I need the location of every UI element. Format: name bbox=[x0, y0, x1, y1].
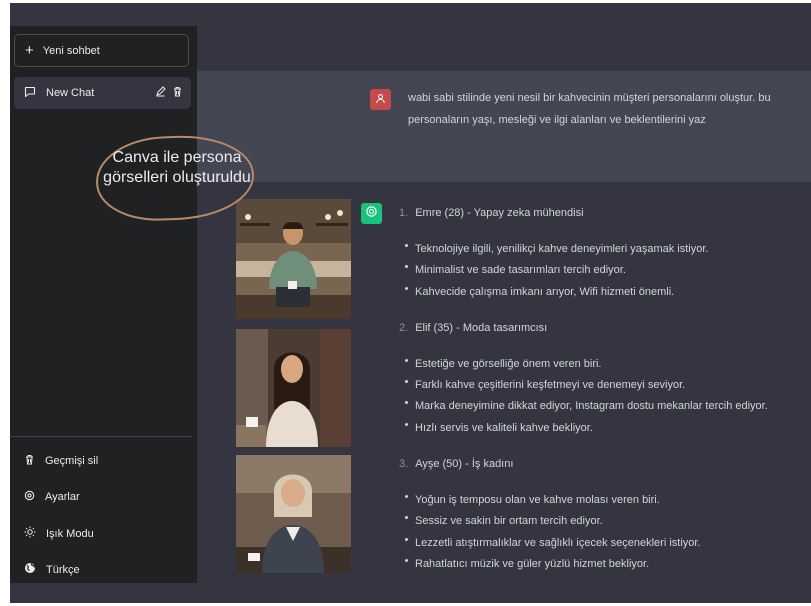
list-item: Marka deneyimine dikkat ediyor, Instagra… bbox=[405, 400, 768, 412]
persona-image-emre bbox=[236, 199, 351, 319]
clear-history-button[interactable]: Geçmişi sil bbox=[24, 454, 98, 468]
list-item-text: Rahatlatıcı müzik ve güler yüzlü hizmet … bbox=[415, 558, 650, 570]
list-item-text: Kahvecide çalışma imkanı arıyor, Wifi hi… bbox=[415, 286, 675, 298]
trash-icon bbox=[24, 454, 35, 468]
persona-image-elif bbox=[236, 329, 351, 447]
user-message-text: wabi sabi stilinde yeni nesil bir kahvec… bbox=[408, 92, 771, 126]
settings-button[interactable]: Ayarlar bbox=[24, 490, 80, 504]
chat-bubble-icon bbox=[24, 86, 36, 101]
persona-title: 1. Emre (28) - Yapay zeka mühendisi bbox=[399, 207, 584, 219]
list-item: Lezzetli atıştırmalıklar ve sağlıklı içe… bbox=[405, 537, 701, 549]
list-item: Hızlı servis ve kaliteli kahve bekliyor. bbox=[405, 422, 593, 434]
edit-icon[interactable] bbox=[155, 86, 166, 100]
list-item-text: Minimalist ve sade tasarımları tercih ed… bbox=[415, 264, 626, 276]
list-item: Rahatlatıcı müzik ve güler yüzlü hizmet … bbox=[405, 558, 649, 570]
trash-icon[interactable] bbox=[172, 86, 183, 100]
assistant-avatar bbox=[361, 203, 382, 224]
list-item: Teknolojiye ilgili, yenilikçi kahve dene… bbox=[405, 243, 708, 255]
new-chat-label: Yeni sohbet bbox=[42, 44, 100, 57]
new-chat-button[interactable]: + Yeni sohbet bbox=[14, 34, 189, 67]
list-item-text: Estetiğe ve görselliğe önem veren biri. bbox=[415, 358, 602, 370]
language-label: Türkçe bbox=[46, 563, 80, 576]
sidebar: + Yeni sohbet New Chat Geçmişi sil Ayarl… bbox=[10, 26, 197, 583]
list-item: Farklı kahve çeşitlerini keşfetmeyi ve d… bbox=[405, 379, 685, 391]
list-item-text: Marka deneyimine dikkat ediyor, Instagra… bbox=[415, 400, 768, 412]
light-mode-button[interactable]: Işık Modu bbox=[24, 526, 94, 541]
list-item-text: Hızlı servis ve kaliteli kahve bekliyor. bbox=[415, 422, 593, 434]
list-item: Minimalist ve sade tasarımları tercih ed… bbox=[405, 264, 626, 276]
sidebar-divider bbox=[10, 436, 192, 437]
annotation-text: Canva ile persona görselleri oluşturuldu bbox=[103, 149, 251, 186]
list-item: Yoğun iş temposu olan ve kahve molası ve… bbox=[405, 494, 660, 506]
clear-history-label: Geçmişi sil bbox=[45, 455, 99, 467]
globe-icon bbox=[24, 562, 36, 577]
persona-title: 2. Elif (35) - Moda tasarımcısı bbox=[399, 322, 547, 334]
list-item: Kahvecide çalışma imkanı arıyor, Wifi hi… bbox=[405, 286, 674, 298]
chat-app: + Yeni sohbet New Chat Geçmişi sil Ayarl… bbox=[10, 3, 811, 603]
chat-item-label: New Chat bbox=[46, 87, 95, 99]
plus-icon: + bbox=[25, 42, 34, 59]
list-number: 2. bbox=[399, 322, 409, 334]
sun-icon bbox=[24, 526, 36, 541]
top-bar bbox=[197, 26, 811, 71]
list-item-text: Farklı kahve çeşitlerini keşfetmeyi ve d… bbox=[415, 379, 686, 391]
list-item-text: Sessiz ve sakin bir ortam tercih ediyor. bbox=[415, 515, 603, 527]
sidebar-chat-item[interactable]: New Chat bbox=[14, 77, 191, 109]
list-number: 1. bbox=[399, 207, 409, 219]
list-number: 3. bbox=[399, 458, 409, 470]
persona-title: 3. Ayşe (50) - İş kadını bbox=[399, 458, 513, 470]
user-icon bbox=[375, 91, 386, 109]
light-mode-label: Işık Modu bbox=[46, 527, 94, 540]
list-item-text: Lezzetli atıştırmalıklar ve sağlıklı içe… bbox=[415, 537, 701, 549]
persona-title-text: Ayşe (50) - İş kadını bbox=[415, 458, 514, 470]
persona-title-text: Elif (35) - Moda tasarımcısı bbox=[415, 322, 548, 334]
user-message-row: wabi sabi stilinde yeni nesil bir kahvec… bbox=[197, 71, 811, 182]
settings-label: Ayarlar bbox=[45, 491, 80, 503]
gear-icon bbox=[24, 490, 35, 504]
user-avatar bbox=[370, 89, 391, 110]
list-item: Sessiz ve sakin bir ortam tercih ediyor. bbox=[405, 515, 603, 527]
list-item-text: Teknolojiye ilgili, yenilikçi kahve dene… bbox=[415, 243, 709, 255]
list-item: Estetiğe ve görselliğe önem veren biri. bbox=[405, 358, 601, 370]
openai-logo-icon bbox=[365, 205, 378, 223]
list-item-text: Yoğun iş temposu olan ve kahve molası ve… bbox=[415, 494, 660, 506]
persona-title-text: Emre (28) - Yapay zeka mühendisi bbox=[415, 207, 584, 219]
persona-image-ayse bbox=[236, 455, 351, 573]
language-button[interactable]: Türkçe bbox=[24, 562, 80, 577]
